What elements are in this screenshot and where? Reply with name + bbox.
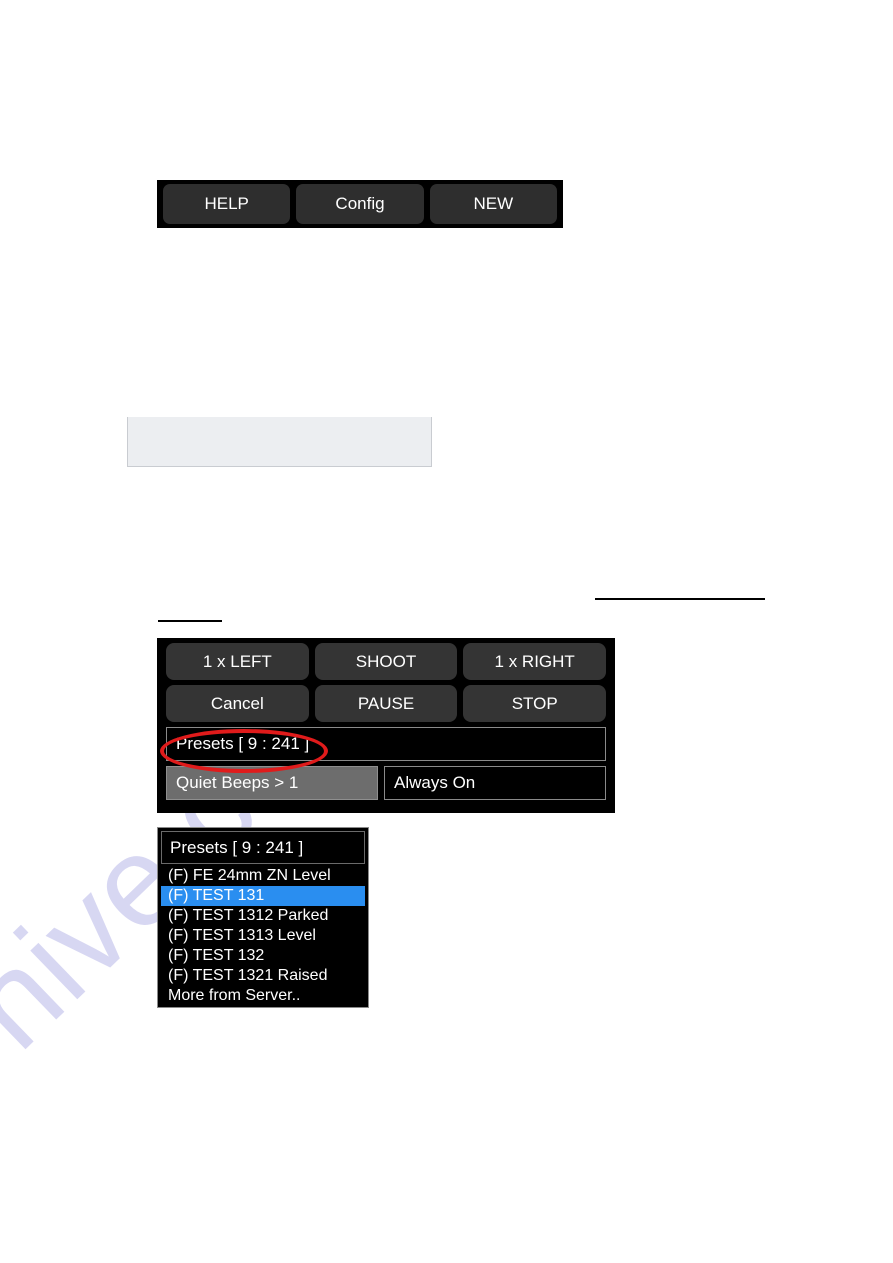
shoot-button[interactable]: SHOOT [314, 643, 458, 680]
new-button-label: NEW [473, 194, 514, 213]
help-button-label: HELP [204, 194, 249, 213]
presets-dropdown-list: (F) FE 24mm ZN Level (F) TEST 131 (F) TEST… [161, 866, 365, 1006]
one-x-left-button-label: 1 x LEFT [202, 651, 272, 671]
stop-button-label: STOP [511, 693, 558, 713]
control-panel-row-movement: 1 x LEFT SHOOT 1 x RIGHT [163, 643, 609, 680]
control-panel-row-transport: Cancel PAUSE STOP [163, 685, 609, 722]
one-x-right-button[interactable]: 1 x RIGHT [463, 643, 607, 680]
always-on-selector[interactable]: Always On [384, 766, 606, 800]
control-panel-row-options: Quiet Beeps > 1 Always On [163, 766, 609, 800]
preset-list-item-label: (F) TEST 132 [168, 947, 265, 964]
preset-list-item-label: (F) TEST 1313 Level [168, 927, 316, 944]
top-toolbar: HELP Config NEW [157, 180, 563, 228]
config-button[interactable]: Config [296, 184, 424, 224]
preset-list-item-label: More from Server.. [168, 987, 301, 1004]
preset-list-item-label: (F) TEST 1321 Raised [168, 967, 328, 984]
one-x-left-button[interactable]: 1 x LEFT [166, 643, 309, 680]
cancel-button[interactable]: Cancel [166, 685, 309, 722]
preset-list-item-label: (F) FE 24mm ZN Level [168, 867, 331, 884]
stop-button[interactable]: STOP [463, 685, 607, 722]
quiet-beeps-label: Quiet Beeps > 1 [176, 773, 299, 792]
preset-list-item-label: (F) TEST 131 [168, 887, 265, 904]
config-button-label: Config [335, 194, 385, 213]
always-on-label: Always On [394, 773, 476, 792]
preset-list-item-label: (F) TEST 1312 Parked [168, 907, 329, 924]
presets-dropdown-header[interactable]: Presets [ 9 : 241 ] [161, 831, 365, 864]
horizontal-rule-right [595, 598, 765, 600]
one-x-right-button-label: 1 x RIGHT [494, 651, 575, 671]
help-button[interactable]: HELP [163, 184, 291, 224]
shoot-button-label: SHOOT [355, 651, 417, 671]
presets-selector[interactable]: Presets [ 9 : 241 ] [166, 727, 606, 761]
presets-dropdown: Presets [ 9 : 241 ] (F) FE 24mm ZN Level… [157, 827, 369, 1008]
new-button[interactable]: NEW [429, 184, 557, 224]
control-panel-row-presets: Presets [ 9 : 241 ] [163, 727, 609, 761]
pause-button[interactable]: PAUSE [314, 685, 458, 722]
preset-list-item[interactable]: More from Server.. [161, 986, 365, 1006]
presets-selector-label: Presets [ 9 : 241 ] [176, 734, 310, 753]
preset-list-item[interactable]: (F) TEST 1312 Parked [161, 906, 365, 926]
cancel-button-label: Cancel [210, 693, 264, 713]
preset-list-item[interactable]: (F) TEST 1313 Level [161, 926, 365, 946]
preset-list-item[interactable]: (F) FE 24mm ZN Level [161, 866, 365, 886]
preset-list-item[interactable]: (F) TEST 1321 Raised [161, 966, 365, 986]
quiet-beeps-selector[interactable]: Quiet Beeps > 1 [166, 766, 378, 800]
preset-list-item[interactable]: (F) TEST 131 [161, 886, 365, 906]
horizontal-rule-left [158, 620, 222, 622]
blank-panel-body [127, 417, 432, 467]
pause-button-label: PAUSE [357, 693, 415, 713]
preset-list-item[interactable]: (F) TEST 132 [161, 946, 365, 966]
presets-dropdown-header-label: Presets [ 9 : 241 ] [170, 837, 304, 857]
control-panel: 1 x LEFT SHOOT 1 x RIGHT Cancel PAUSE ST… [157, 638, 615, 813]
